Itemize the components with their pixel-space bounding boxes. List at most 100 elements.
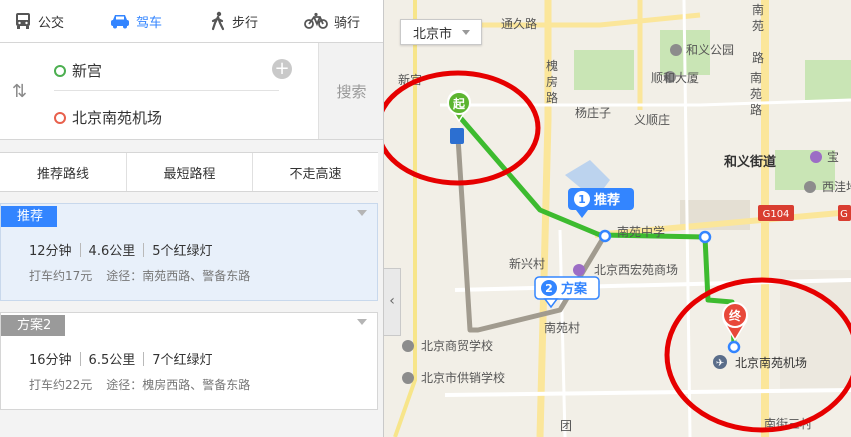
map-label: 和义街道: [724, 154, 776, 170]
callout-label: 方案: [561, 281, 588, 297]
map-label: 南苑村: [544, 320, 580, 335]
start-dot-icon: [54, 64, 66, 77]
plan-time: 12分钟: [29, 244, 72, 259]
plan-taxi: 打车约17元: [29, 269, 93, 283]
poi-icon: [810, 151, 822, 163]
collapse-panel-button[interactable]: ‹: [384, 268, 401, 336]
mode-bike[interactable]: 骑行: [304, 0, 360, 42]
plan-stats: 12分钟 4.6公里 5个红绿灯: [29, 240, 213, 259]
poi-icon: [670, 44, 682, 56]
plan-lights: 7个红绿灯: [152, 353, 213, 368]
map-label-vertical: 路: [750, 102, 762, 117]
transport-mode-bar: 公交 驾车 步行 骑行: [0, 0, 383, 43]
tab-no-highway[interactable]: 不走高速: [253, 153, 378, 191]
start-marker-label: 起: [452, 96, 466, 111]
plan-meta: 打车约17元 途径：南苑西路、警备东路: [29, 267, 250, 284]
block-area: [780, 270, 851, 390]
divider: [143, 351, 145, 366]
route-input-box: ⇅ 新宫 北京南苑机场 + 搜索: [0, 43, 383, 140]
map-svg: ✈ G104 G 通久路 和义公园 顺和大厦 杨庄子 义顺庄 新宫 和义街道 宝…: [384, 0, 851, 437]
map-label: 新兴村: [509, 256, 545, 271]
map-label: 南苑中学: [617, 224, 665, 239]
mode-walk-label: 步行: [232, 15, 259, 31]
poi-icon: [804, 181, 816, 193]
map-canvas[interactable]: ✈ G104 G 通久路 和义公园 顺和大厦 杨庄子 义顺庄 新宫 和义街道 宝…: [384, 0, 851, 437]
mode-bus-label: 公交: [38, 15, 65, 31]
plan-meta: 打车约22元 途径：槐房西路、警备东路: [29, 376, 250, 393]
map-label: 义顺庄: [634, 112, 670, 127]
divider: [79, 351, 81, 366]
map-label: 杨庄子: [575, 105, 611, 120]
map-label: 通久路: [501, 16, 537, 31]
chevron-down-icon: [462, 29, 471, 35]
directions-panel: 公交 驾车 步行 骑行 ⇅ 新宫 北京南苑机场 + 搜索 推荐路线 最短路程 不…: [0, 0, 384, 437]
end-dot-icon: [54, 111, 66, 124]
plan-distance: 6.5公里: [88, 353, 136, 368]
map-label-vertical: 路: [546, 90, 558, 105]
plan-tag: 方案2: [1, 315, 66, 336]
map-label: 和义公园: [686, 43, 734, 57]
mode-bus[interactable]: 公交: [14, 0, 64, 42]
start-parking-icon: [450, 128, 464, 144]
car-icon: [110, 12, 130, 30]
bus-icon: [14, 12, 32, 30]
start-value: 新宫: [72, 62, 103, 80]
plan-via: 途径：南苑西路、警备东路: [106, 269, 251, 283]
map-label: 顺和大厦: [651, 71, 699, 85]
bike-icon: [304, 12, 328, 30]
map-label: 北京商贸学校: [421, 338, 493, 353]
mode-bike-label: 骑行: [334, 15, 361, 31]
chevron-down-icon[interactable]: [357, 319, 367, 325]
map-label-vertical: 南: [752, 2, 764, 17]
tab-shortest[interactable]: 最短路程: [127, 153, 253, 191]
walk-icon: [210, 11, 226, 31]
plane-glyph: ✈: [716, 358, 724, 369]
tab-recommended[interactable]: 推荐路线: [0, 153, 127, 191]
map-label: 团: [560, 419, 572, 433]
mode-drive[interactable]: 驾车: [110, 0, 162, 42]
poi-icon: [402, 340, 414, 352]
divider: [143, 242, 145, 257]
divider: [79, 242, 81, 257]
route-node: [598, 229, 612, 243]
plan-stats: 16分钟 6.5公里 7个红绿灯: [29, 349, 213, 368]
plan-taxi: 打车约22元: [29, 378, 93, 392]
swap-icon[interactable]: ⇅: [12, 81, 27, 102]
search-button[interactable]: 搜索: [318, 43, 383, 139]
route-plan-2[interactable]: 方案2 16分钟 6.5公里 7个红绿灯 打车约22元 途径：槐房西路、警备东路: [0, 312, 378, 410]
plan-lights: 5个红绿灯: [152, 244, 213, 259]
mode-drive-label: 驾车: [136, 15, 163, 31]
mode-walk[interactable]: 步行: [210, 0, 258, 42]
route-node: [698, 230, 712, 244]
map-label-vertical: 苑: [750, 87, 762, 101]
add-waypoint-icon[interactable]: +: [272, 59, 292, 79]
route-plan-1[interactable]: 推荐 12分钟 4.6公里 5个红绿灯 打车约17元 途径：南苑西路、警备东路: [0, 203, 378, 301]
city-selector-label: 北京市: [413, 26, 453, 42]
park-area: [805, 60, 851, 100]
map-label-vertical: 槐: [546, 58, 558, 73]
poi-icon: [402, 372, 414, 384]
poi-icon: [573, 264, 585, 276]
start-field[interactable]: 新宫: [54, 60, 102, 81]
end-marker-label: 终: [729, 308, 742, 323]
map-label: 北京西宏苑商场: [594, 262, 678, 277]
plan-tag: 推荐: [1, 206, 58, 227]
highway-label: G104: [763, 209, 790, 220]
plan-time: 16分钟: [29, 353, 72, 368]
map-label: 北京市供销学校: [421, 370, 505, 385]
callout-label: 推荐: [594, 192, 620, 208]
park-area: [574, 50, 634, 90]
end-field[interactable]: 北京南苑机场: [54, 107, 162, 128]
chevron-left-icon: ‹: [389, 293, 395, 309]
city-selector[interactable]: 北京市: [400, 19, 482, 45]
chevron-down-icon[interactable]: [357, 210, 367, 216]
map-label-vertical: 路: [752, 50, 764, 65]
route-node: [727, 340, 741, 354]
map-label-vertical: 房: [546, 74, 558, 89]
callout-number: 2: [545, 282, 553, 295]
highway-label-partial: G: [840, 209, 848, 220]
plan-via: 途径：槐房西路、警备东路: [106, 378, 251, 392]
map-label: 北京南苑机场: [735, 355, 807, 370]
map-label-vertical: 南: [750, 70, 762, 85]
route-preference-tabs: 推荐路线 最短路程 不走高速: [0, 152, 378, 192]
